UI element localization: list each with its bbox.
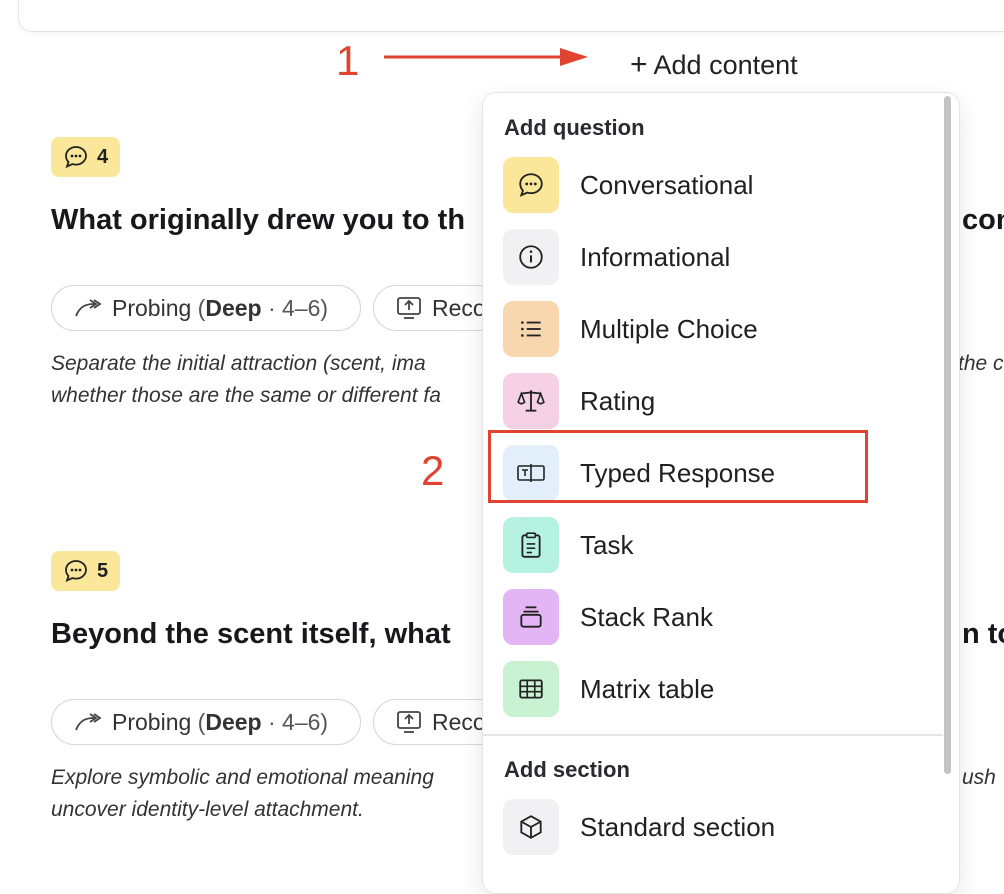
menu-item-label: Conversational — [580, 169, 754, 200]
menu-item-conversational[interactable]: Conversational — [503, 157, 933, 213]
menu-item-stack-rank[interactable]: Stack Rank — [503, 589, 933, 645]
menu-item-label: Multiple Choice — [580, 313, 758, 344]
question-title[interactable]: What originally drew you to th — [51, 204, 465, 237]
question-description: Explore symbolic and emotional meaning u… — [51, 762, 511, 826]
menu-item-standard-section[interactable]: Standard section — [503, 799, 933, 855]
annotation-arrow-icon — [384, 48, 588, 66]
menu-item-informational[interactable]: Informational — [503, 229, 933, 285]
question-badge-4: 4 — [51, 137, 121, 177]
annotation-number-1: 1 — [336, 37, 360, 84]
menu-scrollbar[interactable] — [944, 96, 951, 774]
menu-item-label: Standard section — [580, 811, 776, 842]
question-description: Separate the initial attraction (scent, … — [51, 348, 511, 412]
menu-item-task[interactable]: Task — [503, 517, 933, 573]
add-question-heading: Add question — [504, 115, 645, 140]
probing-depth: Deep — [205, 708, 262, 735]
description-line: Separate the initial attraction (scent, … — [51, 352, 426, 375]
menu-item-multiple-choice[interactable]: Multiple Choice — [503, 301, 933, 357]
screen-upload-icon — [397, 711, 421, 733]
add-section-heading: Add section — [504, 757, 630, 782]
menu-item-rating[interactable]: Rating — [503, 373, 933, 429]
add-content-label: Add content — [653, 49, 798, 80]
probing-arrow-icon — [75, 299, 102, 317]
probing-arrow-icon — [75, 713, 102, 731]
question-badge-5: 5 — [51, 551, 121, 591]
question-title[interactable]: Beyond the scent itself, what — [51, 618, 451, 651]
previous-card — [18, 0, 1004, 32]
annotation-highlight-box — [488, 430, 868, 503]
annotation-number-2: 2 — [421, 447, 445, 494]
menu-item-label: Matrix table — [580, 673, 715, 704]
plus-icon: + — [630, 48, 648, 81]
chat-bubble-icon — [65, 146, 87, 169]
description-line: Explore symbolic and emotional meaning — [51, 766, 434, 789]
cube-icon — [503, 799, 559, 855]
table-icon — [503, 661, 559, 717]
question-description-overflow: ush — [962, 766, 996, 789]
record-label: Reco — [432, 294, 486, 321]
info-icon — [503, 229, 559, 285]
question-description-overflow: the c — [958, 352, 1004, 375]
probing-range: · 4–6) — [261, 294, 329, 321]
description-line: whether those are the same or different … — [51, 384, 441, 407]
question-number: 4 — [97, 145, 109, 168]
description-line: uncover identity-level attachment. — [51, 798, 364, 821]
scale-icon — [503, 373, 559, 429]
question-title-overflow: n to — [962, 618, 1004, 650]
clipboard-icon — [503, 517, 559, 573]
probing-label: Probing — [112, 708, 192, 735]
probing-pill[interactable]: Probing (Deep · 4–6) — [51, 699, 361, 745]
menu-item-label: Informational — [580, 241, 731, 272]
probing-range: · 4–6) — [261, 708, 329, 735]
stack-icon — [503, 589, 559, 645]
chat-bubble-icon — [503, 157, 559, 213]
probing-label: Probing — [112, 294, 192, 321]
menu-item-matrix-table[interactable]: Matrix table — [503, 661, 933, 717]
menu-item-label: Stack Rank — [580, 601, 713, 632]
probing-pill[interactable]: Probing (Deep · 4–6) — [51, 285, 361, 331]
menu-item-label: Task — [580, 529, 634, 560]
record-label: Reco — [432, 708, 486, 735]
menu-divider — [483, 734, 943, 736]
list-icon — [503, 301, 559, 357]
chat-bubble-icon — [65, 560, 87, 583]
menu-item-label: Rating — [580, 385, 656, 416]
add-content-button[interactable]: + Add content — [630, 48, 798, 82]
screen-upload-icon — [397, 297, 421, 319]
question-number: 5 — [97, 559, 109, 582]
probing-depth: Deep — [205, 294, 262, 321]
question-title-overflow: con — [962, 204, 1004, 236]
